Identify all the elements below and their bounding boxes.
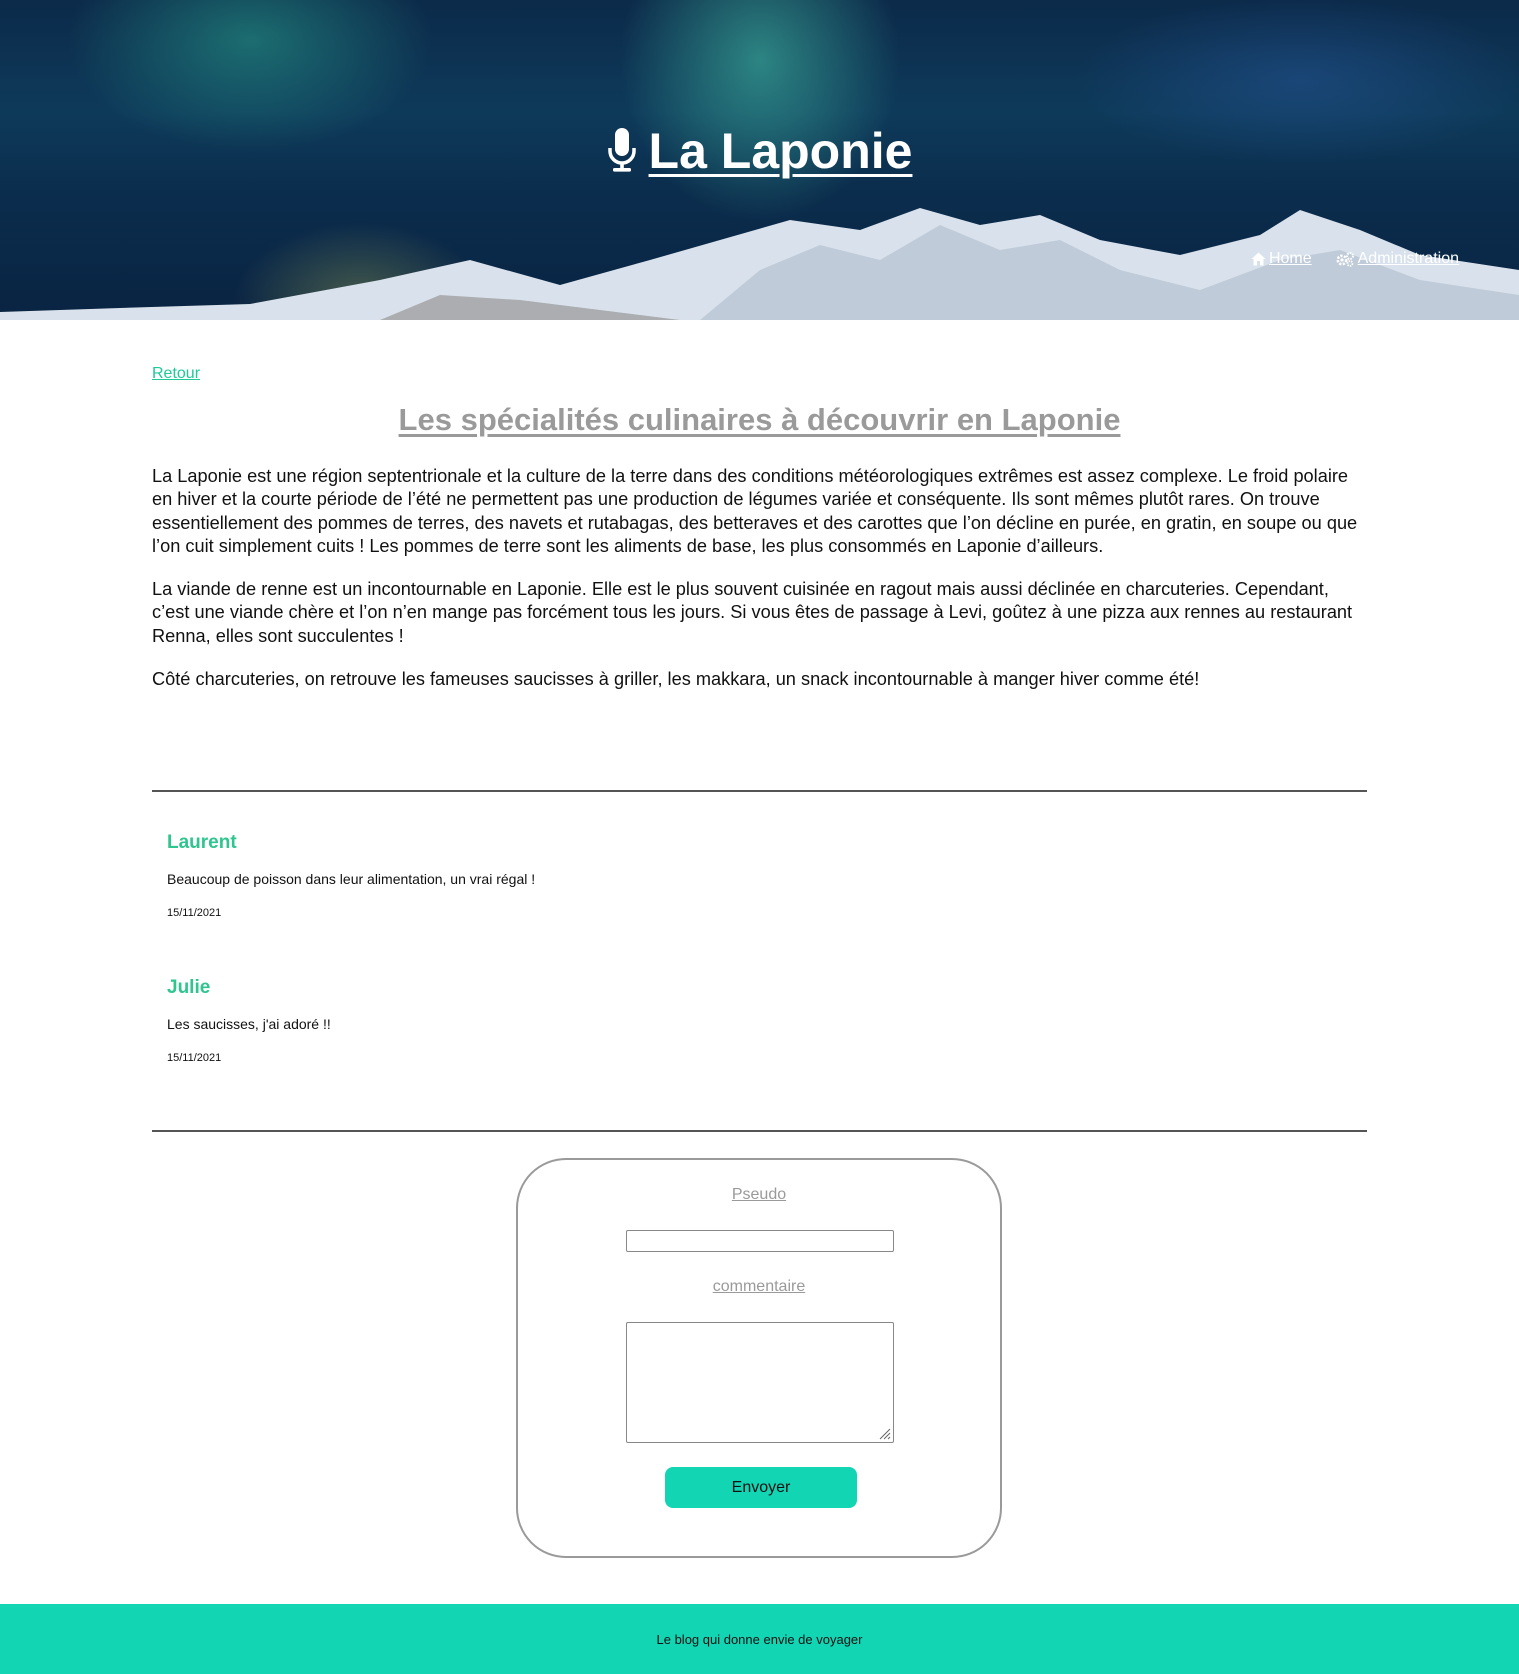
site-title-text: La Laponie [648, 123, 913, 179]
microphone-icon [607, 122, 637, 188]
article-paragraph: Côté charcuteries, on retrouve les fameu… [152, 669, 1200, 690]
article-body: La Laponie est une région septentrionale… [152, 465, 1368, 711]
back-link[interactable]: Retour [152, 365, 200, 383]
comment-date: 15/11/2021 [167, 1052, 222, 1064]
article-title: Les spécialités culinaires à découvrir e… [398, 402, 1121, 437]
footer-tagline: Le blog qui donne envie de voyager [656, 1631, 863, 1647]
main-nav: Home Administration [1251, 250, 1459, 268]
hero-header: La Laponie Home Administration [0, 0, 1519, 320]
comment-item: Laurent Beaucoup de poisson dans leur al… [167, 832, 1267, 919]
comments-bottom-divider [152, 1130, 1367, 1132]
nav-home-link[interactable]: Home [1251, 250, 1312, 268]
pseudo-input[interactable] [626, 1230, 894, 1252]
comment-text: Les saucisses, j'ai adoré !! [167, 1016, 331, 1032]
site-title[interactable]: La Laponie [0, 118, 1519, 188]
nav-home-label: Home [1268, 250, 1312, 267]
comment-author: Laurent [167, 832, 237, 853]
nav-administration-label: Administration [1357, 250, 1459, 267]
resize-grip-icon[interactable] [879, 1428, 891, 1440]
comment-textarea[interactable] [626, 1322, 894, 1443]
comments-top-divider [152, 790, 1367, 792]
article-paragraph: La Laponie est une région septentrionale… [152, 466, 1358, 556]
pseudo-label: Pseudo [731, 1186, 787, 1203]
footer: Le blog qui donne envie de voyager [0, 1604, 1519, 1674]
comment-date: 15/11/2021 [167, 907, 222, 919]
send-button[interactable]: Envoyer [665, 1467, 857, 1508]
gears-icon [1336, 251, 1355, 267]
nav-administration-link[interactable]: Administration [1336, 250, 1459, 268]
article-paragraph: La viande de renne est un incontournable… [152, 579, 1353, 646]
comment-label: commentaire [712, 1278, 806, 1295]
comment-form: Pseudo commentaire Envoyer [516, 1158, 1002, 1558]
comment-item: Julie Les saucisses, j'ai adoré !! 15/11… [167, 977, 1267, 1064]
comment-author: Julie [167, 977, 211, 998]
comment-text: Beaucoup de poisson dans leur alimentati… [167, 871, 536, 887]
home-icon [1251, 252, 1266, 266]
